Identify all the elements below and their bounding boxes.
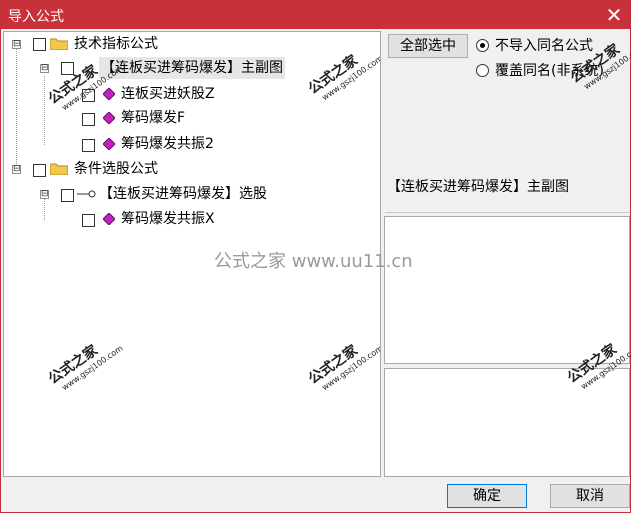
radio-overwrite-duplicates[interactable]: [476, 64, 489, 77]
checkbox[interactable]: [61, 189, 74, 202]
close-icon[interactable]: ✕: [602, 3, 626, 27]
collapse-icon[interactable]: ⊟: [12, 165, 21, 174]
checkbox[interactable]: [82, 214, 95, 227]
folder-icon: [50, 163, 68, 175]
tree-node-label: 【连板买进筹码爆发】主副图: [99, 57, 285, 79]
collapse-icon[interactable]: ⊟: [12, 40, 21, 49]
checkbox[interactable]: [33, 38, 46, 51]
title-bar: 导入公式 ✕: [1, 1, 630, 29]
watermark: 公式之家 www.gszj100.com: [45, 342, 125, 393]
tree-node-label: 筹码爆发F: [121, 110, 186, 126]
tree-node-stock-selection[interactable]: ⊟ 条件选股公式: [4, 158, 374, 180]
tree-node-gongzhen-2[interactable]: 筹码爆发共振2: [4, 133, 374, 155]
collapse-icon[interactable]: ⊟: [40, 190, 49, 199]
description-panel[interactable]: [384, 216, 630, 364]
key-icon: [77, 190, 96, 198]
selected-formula-name: 【连板买进筹码爆发】主副图: [387, 179, 569, 195]
center-watermark: 公式之家 www.uu11.cn: [214, 251, 413, 272]
formula-name-panel: 【连板买进筹码爆发】主副图: [385, 173, 630, 213]
tree-node-gongzhen-x[interactable]: 筹码爆发共振X: [4, 208, 374, 230]
ok-button[interactable]: 确定: [447, 484, 527, 508]
radio-no-import-duplicates[interactable]: [476, 39, 489, 52]
window-title: 导入公式: [8, 9, 64, 25]
tree-node-tech-indicators[interactable]: ⊟ 技术指标公式: [4, 33, 374, 55]
import-formula-dialog: 导入公式 ✕ ⊟ 技术指标公式 ⊟ 【连板买进筹码爆发】主副图 连板买进妖股Z …: [0, 0, 631, 513]
gem-icon: [103, 213, 115, 225]
gem-icon: [103, 112, 115, 124]
tree-node-label: 筹码爆发共振2: [121, 136, 214, 152]
folder-icon: [50, 38, 68, 50]
tree-node-label: 筹码爆发共振X: [121, 211, 215, 227]
gem-icon: [103, 88, 115, 100]
checkbox[interactable]: [82, 139, 95, 152]
watermark: 公式之家 www.gszj100.com: [305, 342, 381, 393]
select-all-button[interactable]: 全部选中: [388, 34, 468, 58]
tree-node-label: 条件选股公式: [74, 161, 158, 177]
cancel-button[interactable]: 取消: [550, 484, 630, 508]
radio-no-import-duplicates-label: 不导入同名公式: [495, 38, 593, 54]
gem-icon: [103, 138, 115, 150]
collapse-icon[interactable]: ⊟: [40, 64, 49, 73]
tree-node-label: 【连板买进筹码爆发】选股: [99, 186, 267, 202]
tree-node-label: 技术指标公式: [74, 36, 158, 52]
checkbox[interactable]: [82, 113, 95, 126]
tree-node-label: 连板买进妖股Z: [121, 86, 215, 102]
checkbox[interactable]: [33, 164, 46, 177]
tree-node-selection-group[interactable]: ⊟ 【连板买进筹码爆发】选股: [4, 183, 374, 205]
